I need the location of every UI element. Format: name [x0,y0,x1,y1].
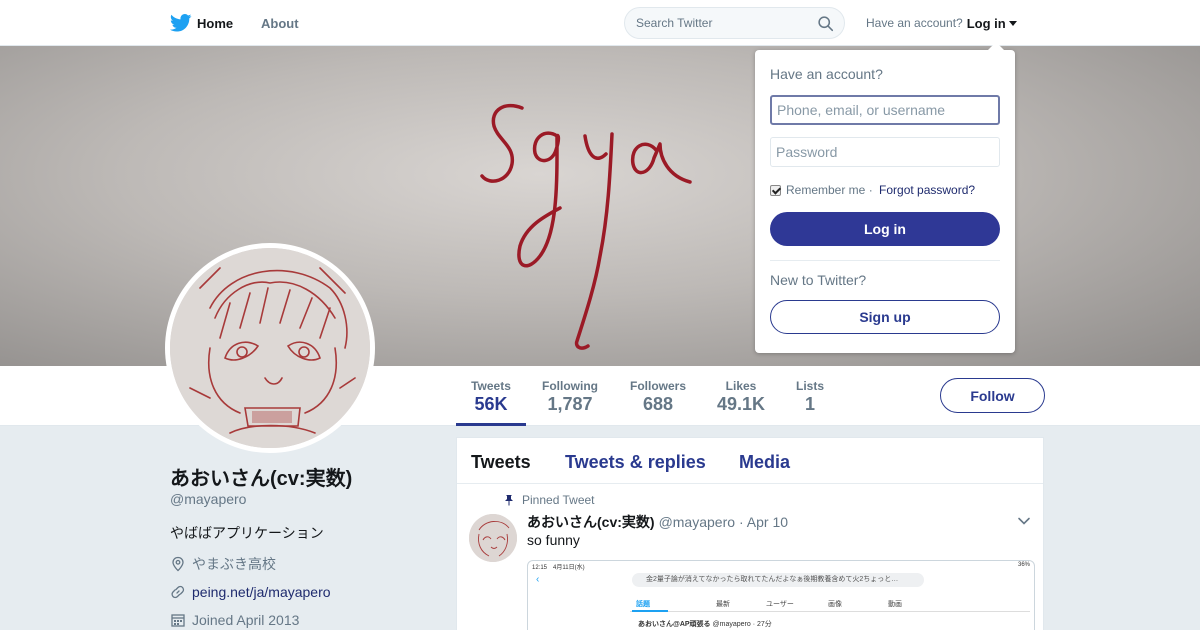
website-link[interactable]: peing.net/ja/mayapero [192,584,331,600]
tweet-header: あおいさん(cv:実数) @mayapero · Apr 10 [527,512,788,532]
stat-followers[interactable]: Followers 688 [626,366,690,426]
media-tab: 最新 [716,601,730,608]
have-account-text: Have an account? [866,16,963,30]
stat-label: Following [542,379,598,393]
stat-label: Likes [725,379,757,393]
tweet-author-handle[interactable]: @mayapero [659,514,735,530]
stat-label: Tweets [471,379,511,393]
media-row-meta: @mayapero · 27分 [712,621,772,628]
remember-me-label[interactable]: Remember me [786,183,865,197]
tweet-date[interactable]: · Apr 10 [739,514,788,530]
profile-name: あおいさん(cv:実数) [170,468,353,490]
search-input[interactable] [636,16,806,30]
avatar-drawing [170,248,370,448]
stat-value: 688 [642,394,674,414]
profile-avatar[interactable] [165,243,375,453]
back-arrow-icon: ‹ [536,574,540,585]
dropdown-divider [770,260,1000,261]
stat-label: Followers [629,379,686,393]
stat-value: 56K [474,394,508,414]
timeline: Tweets Tweets & replies Media Pinned Twe… [456,437,1044,630]
tweet-author-name[interactable]: あおいさん(cv:実数) [527,512,655,532]
media-tab: ユーザー [766,601,794,608]
stat-likes[interactable]: Likes 49.1K [712,366,770,426]
media-divider [630,611,1030,612]
search-box[interactable] [624,7,845,39]
media-status-left: 12:15 4月11日(水) [532,565,585,571]
tweet-avatar[interactable] [469,514,517,562]
stat-value: 1 [804,394,815,414]
joined-text: Joined April 2013 [192,612,300,628]
signup-button[interactable]: Sign up [770,300,1000,334]
stat-lists[interactable]: Lists 1 [790,366,830,426]
location-pin-icon [172,556,184,572]
separator-dot: · [865,183,877,197]
twitter-bird-icon [170,14,192,32]
calendar-icon [171,614,185,627]
media-row: あおいさん@AP頑張る @mayapero · 27分 [638,619,772,629]
login-button[interactable]: Log in [770,212,1000,246]
profile-handle: @mayapero [170,491,247,507]
remember-me-row: Remember me · Forgot password? [770,183,975,197]
stat-value: 49.1K [716,394,766,414]
tab-tweets[interactable]: Tweets [471,452,531,473]
pinned-tweet-label: Pinned Tweet [503,493,595,507]
stat-value: 1,787 [547,394,593,414]
login-link-label[interactable]: Log in [967,16,1006,31]
username-field[interactable] [770,95,1000,125]
pin-icon [505,495,513,506]
pinned-text: Pinned Tweet [522,493,595,507]
profile-location: やまぶき高校 [170,554,276,574]
top-nav: Home About Have an account? Log in [0,0,1200,46]
media-tab: 画像 [828,601,842,608]
follow-button[interactable]: Follow [940,378,1045,413]
login-menu-toggle[interactable]: Have an account? Log in [866,0,1017,46]
search-icon[interactable] [817,15,834,32]
media-tab-underline [632,610,668,612]
profile-website[interactable]: peing.net/ja/mayapero [170,582,331,602]
timeline-tabs: Tweets Tweets & replies Media [457,438,1043,484]
remember-me-checkbox[interactable] [770,184,781,196]
dropdown-title: Have an account? [770,66,883,82]
media-row-name: あおいさん@AP頑張る [638,621,711,628]
media-tab: 動画 [888,601,902,608]
tab-tweets-replies[interactable]: Tweets & replies [565,452,706,473]
media-status-right: 36% [1017,562,1030,568]
nav-home[interactable]: Home [170,0,233,46]
dropdown-arrow [988,42,1004,50]
media-search-bar: 金2量子論が消えてなかったら取れてたんだよなぁ後期教養含めて火2ちょっと… [632,573,924,587]
login-dropdown: Have an account? Remember me · Forgot pa… [755,42,1015,353]
new-to-twitter-text: New to Twitter? [770,272,867,288]
password-field[interactable] [770,137,1000,167]
stat-following[interactable]: Following 1,787 [538,366,602,426]
chevron-down-icon[interactable] [1017,514,1031,528]
location-text: やまぶき高校 [192,556,276,572]
nav-home-label: Home [197,15,234,31]
tweet-avatar-drawing [469,514,517,562]
forgot-password-link[interactable]: Forgot password? [879,183,975,197]
caret-down-icon [1008,20,1017,26]
stat-tweets[interactable]: Tweets 56K [456,366,526,426]
tweet-media-screenshot[interactable]: 12:15 4月11日(水) 36% ‹ 金2量子論が消えてなかったら取れてたん… [527,560,1035,630]
nav-about[interactable]: About [261,0,299,46]
link-icon [171,585,185,599]
tweet-text: so funny [527,532,580,548]
profile-bio: やばばアプリケーション [170,525,324,541]
media-tab: 話題 [636,601,650,608]
profile-joined: Joined April 2013 [170,610,299,630]
tab-media[interactable]: Media [739,452,790,473]
stat-label: Lists [795,379,824,393]
